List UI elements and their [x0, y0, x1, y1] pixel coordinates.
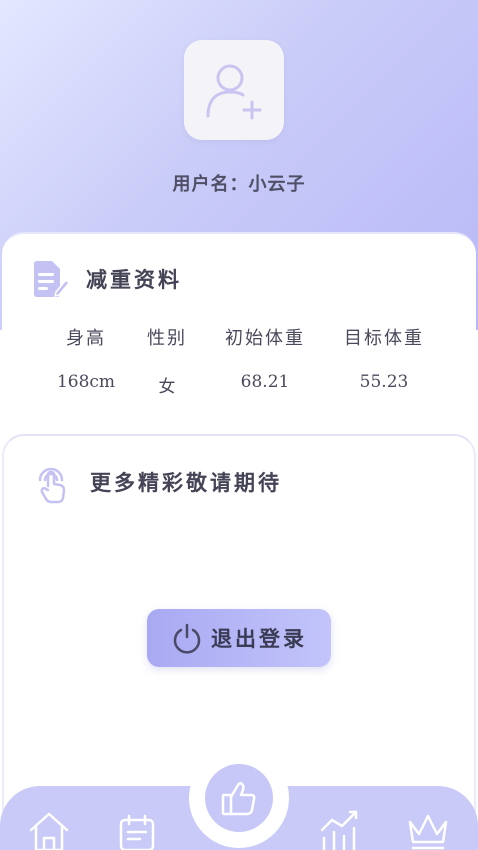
header-initial-weight: 初始体重 — [225, 328, 305, 349]
calendar-icon[interactable] — [118, 814, 156, 850]
document-edit-icon — [34, 261, 70, 298]
more-features-header: 更多精彩敬请期待 — [34, 460, 282, 504]
power-icon — [173, 623, 201, 654]
thumbs-up-icon — [221, 781, 256, 816]
weight-stats-table: 身高 性别 初始体重 目标体重 168cm 女 68.21 55.23 — [40, 324, 440, 397]
header-gender: 性别 — [147, 328, 187, 349]
home-icon[interactable] — [28, 810, 70, 850]
header-target-weight: 目标体重 — [344, 328, 424, 349]
username-label: 用户名： — [172, 174, 249, 195]
header-height: 身高 — [66, 328, 106, 349]
value-height: 168cm — [56, 372, 116, 392]
add-user-icon — [206, 64, 262, 120]
weight-profile-title: 减重资料 — [86, 267, 182, 292]
tap-finger-icon — [38, 467, 66, 504]
tab-center-like[interactable] — [205, 764, 273, 832]
value-gender: 女 — [158, 377, 176, 397]
username-row: 用户名：小云子 — [0, 170, 478, 196]
crown-icon[interactable] — [406, 810, 450, 850]
logout-button[interactable]: 退出登录 — [147, 609, 331, 667]
more-features-title: 更多精彩敬请期待 — [90, 470, 282, 495]
value-target-weight: 55.23 — [359, 372, 409, 392]
weight-profile-header: 减重资料 — [30, 260, 182, 298]
value-initial-weight: 68.21 — [240, 372, 290, 392]
chart-icon[interactable] — [318, 808, 362, 850]
username-value: 小云子 — [248, 174, 306, 195]
logout-label: 退出登录 — [211, 626, 307, 651]
add-avatar-button[interactable] — [184, 40, 284, 140]
